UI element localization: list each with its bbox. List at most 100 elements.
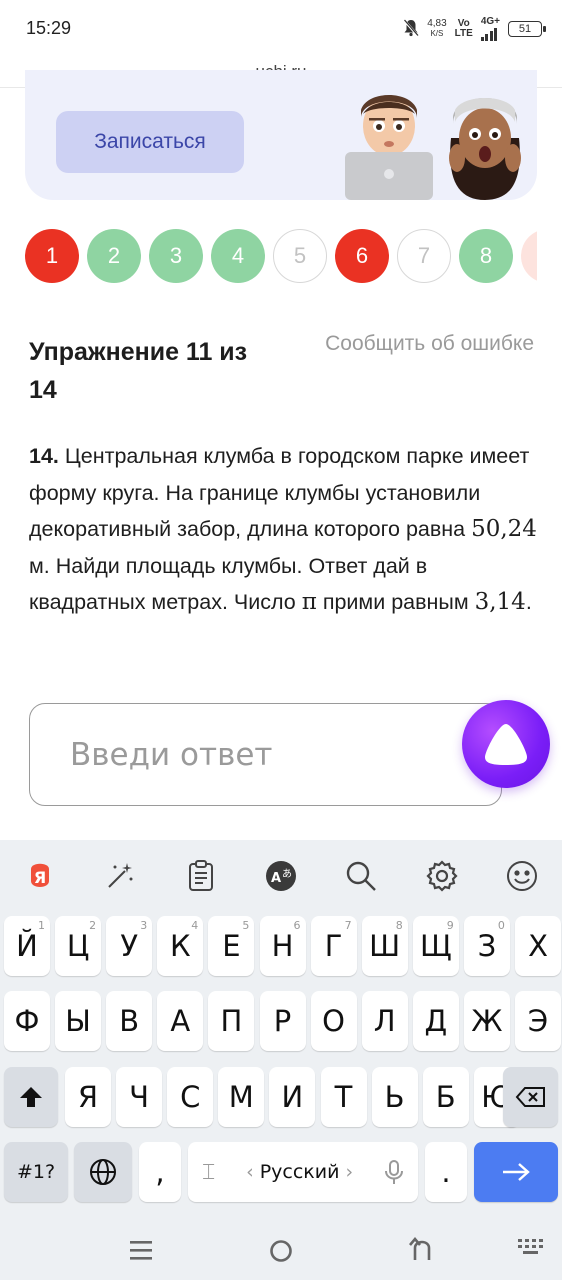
key-И[interactable]: И <box>269 1067 316 1127</box>
clipboard-icon[interactable] <box>181 856 221 896</box>
key-Й[interactable]: Й1 <box>4 916 50 976</box>
key-К[interactable]: К4 <box>157 916 204 976</box>
key-Ж[interactable]: Ж <box>463 991 510 1051</box>
settings-gear-icon[interactable] <box>422 856 462 896</box>
step-circle-3[interactable]: 3 <box>149 229 203 283</box>
globe-icon <box>90 1159 116 1185</box>
key-Б[interactable]: Б <box>422 1067 469 1127</box>
key-label: Ш <box>369 929 401 963</box>
key-Ы[interactable]: Ы <box>55 991 102 1051</box>
yandex-logo-icon[interactable]: Я <box>20 856 60 896</box>
key-hint: 5 <box>242 919 250 932</box>
key-hint: 3 <box>140 919 148 932</box>
signup-button[interactable]: Записаться <box>56 111 244 173</box>
svg-text:Я: Я <box>34 868 46 887</box>
step-circle-1[interactable]: 1 <box>25 229 79 283</box>
key-label: Ж <box>471 1004 503 1038</box>
microphone-icon <box>384 1160 403 1184</box>
key-А[interactable]: А <box>157 991 204 1051</box>
step-circle-next[interactable] <box>521 229 537 283</box>
key-label: Б <box>435 1080 456 1114</box>
step-circle-6[interactable]: 6 <box>335 229 389 283</box>
enter-key[interactable] <box>474 1142 558 1202</box>
backspace-key[interactable] <box>503 1067 558 1127</box>
answer-input[interactable] <box>30 704 501 805</box>
key-О[interactable]: О <box>310 991 357 1051</box>
key-label: О <box>322 1004 345 1038</box>
alice-assistant-button[interactable] <box>462 700 550 788</box>
task-text-part: Центральная клумба в городском парке име… <box>29 444 530 541</box>
key-Р[interactable]: Р <box>259 991 306 1051</box>
svg-text:あ: あ <box>282 868 292 880</box>
key-Е[interactable]: Е5 <box>208 916 255 976</box>
step-circle-4[interactable]: 4 <box>211 229 265 283</box>
answer-box <box>29 703 502 806</box>
comma-key[interactable]: , <box>139 1142 181 1202</box>
exercise-title: Упражнение 11 из 14 <box>29 338 248 404</box>
keyboard: Я Aあ Й1Ц2У3К4Е5Н6Г7Ш8Щ9З0ХФЫВАПРОЛДЖЭЯЧС… <box>0 840 562 1218</box>
battery-level: 51 <box>518 23 532 35</box>
step-circle-5[interactable]: 5 <box>273 229 327 283</box>
key-Ц[interactable]: Ц2 <box>55 916 102 976</box>
emoji-icon[interactable] <box>502 856 542 896</box>
step-circle-7[interactable]: 7 <box>397 229 451 283</box>
key-Л[interactable]: Л <box>361 991 408 1051</box>
shift-arrow-icon <box>20 1087 42 1107</box>
key-Т[interactable]: Т <box>320 1067 367 1127</box>
key-Ь[interactable]: Ь <box>371 1067 418 1127</box>
enter-arrow-icon <box>503 1163 530 1181</box>
key-hint: 9 <box>446 919 454 932</box>
key-Г[interactable]: Г7 <box>310 916 357 976</box>
volte-bottom: LTE <box>454 28 473 39</box>
keyboard-hide-icon[interactable] <box>517 1238 545 1262</box>
report-error-link[interactable]: Сообщить об ошибке <box>325 332 534 356</box>
menu-icon[interactable] <box>128 1238 154 1262</box>
key-label: Е <box>222 929 241 963</box>
key-label: С <box>180 1080 201 1114</box>
key-Щ[interactable]: Щ9 <box>412 916 459 976</box>
symbols-key[interactable]: #1? <box>4 1142 68 1202</box>
key-label: #1? <box>16 1161 56 1183</box>
language-name: Русский <box>259 1161 340 1183</box>
signal-icon: 4G+ <box>480 17 500 41</box>
space-language-label: ‹ Русский › <box>246 1161 354 1183</box>
key-У[interactable]: У3 <box>106 916 153 976</box>
key-label: А <box>170 1004 191 1038</box>
speed-unit: K/S <box>430 29 444 38</box>
key-hint: 6 <box>293 919 301 932</box>
home-icon[interactable] <box>268 1238 294 1264</box>
key-Ч[interactable]: Ч <box>116 1067 163 1127</box>
back-icon[interactable] <box>408 1236 436 1264</box>
translate-icon[interactable]: Aあ <box>261 856 301 896</box>
key-hint: 0 <box>497 919 505 932</box>
key-З[interactable]: З0 <box>463 916 510 976</box>
key-label: М <box>228 1080 254 1114</box>
step-circle-2[interactable]: 2 <box>87 229 141 283</box>
key-Ф[interactable]: Ф <box>4 991 50 1051</box>
key-М[interactable]: М <box>218 1067 265 1127</box>
keyboard-toolbar: Я Aあ <box>0 840 562 912</box>
task-number: 14. <box>29 444 59 468</box>
key-Д[interactable]: Д <box>412 991 459 1051</box>
key-В[interactable]: В <box>106 991 153 1051</box>
period-key[interactable]: . <box>425 1142 467 1202</box>
speed-value: 4,83 <box>427 18 447 29</box>
search-icon[interactable] <box>341 856 381 896</box>
key-Н[interactable]: Н6 <box>259 916 306 976</box>
step-circle-8[interactable]: 8 <box>459 229 513 283</box>
key-П[interactable]: П <box>208 991 255 1051</box>
key-Ш[interactable]: Ш8 <box>361 916 408 976</box>
key-label: Э <box>527 1004 549 1038</box>
system-nav-bar <box>0 1218 562 1280</box>
shift-key[interactable] <box>4 1067 58 1127</box>
key-label: Л <box>373 1004 396 1038</box>
key-С[interactable]: С <box>167 1067 214 1127</box>
language-globe-key[interactable] <box>74 1142 132 1202</box>
key-Я[interactable]: Я <box>65 1067 111 1127</box>
key-Х[interactable]: Х <box>515 916 561 976</box>
key-hint: 2 <box>89 919 97 932</box>
key-Э[interactable]: Э <box>515 991 561 1051</box>
magic-wand-icon[interactable] <box>100 856 140 896</box>
space-key[interactable]: ⌶ ‹ Русский › <box>188 1142 418 1202</box>
key-hint: 4 <box>191 919 199 932</box>
